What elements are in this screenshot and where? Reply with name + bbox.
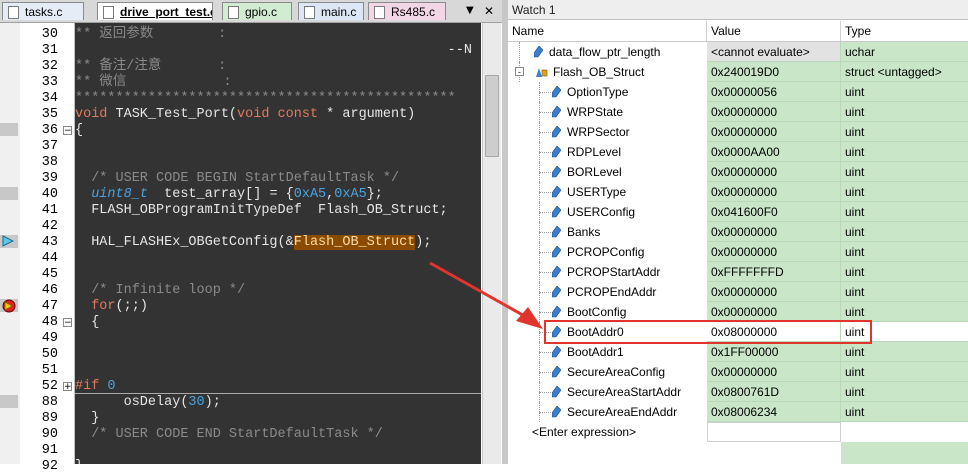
annotation-arrow-line xyxy=(429,261,529,320)
highlight-box xyxy=(544,320,872,344)
annotation-overlay xyxy=(429,261,543,329)
annotation-arrow-head xyxy=(516,307,543,329)
